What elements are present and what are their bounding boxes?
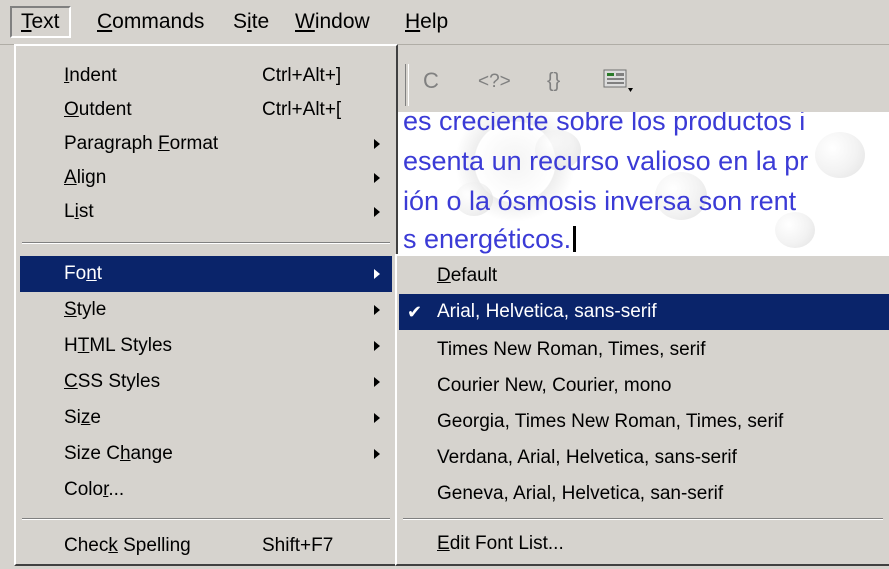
submenu-arrow-icon: [374, 139, 380, 149]
font-item[interactable]: Georgia, Times New Roman, Times, serif: [399, 404, 889, 440]
menu-item-list[interactable]: List: [20, 194, 392, 230]
menu-item-label: Style: [64, 299, 107, 320]
menu-item-style[interactable]: Style: [20, 292, 392, 328]
menu-site-prefix: S: [233, 10, 248, 33]
submenu-arrow-icon: [374, 207, 380, 217]
menu-site-label: te: [251, 10, 270, 33]
submenu-arrow-icon: [374, 173, 380, 183]
menu-item-label: HTML Styles: [64, 335, 173, 356]
toolbar-separator: [405, 64, 409, 106]
font-item-label: Default: [437, 265, 498, 286]
menu-item-label: List: [64, 201, 94, 222]
document-text-line: s energéticos.: [403, 224, 572, 254]
font-submenu: Default ✔ Arial, Helvetica, sans-serif T…: [395, 254, 889, 566]
document-text-line: ión o la ósmosis inversa son rent: [403, 186, 797, 216]
submenu-arrow-icon: [374, 413, 380, 423]
text-caret: [573, 226, 577, 252]
refresh-icon[interactable]: C: [423, 68, 439, 94]
background-bubble: [815, 132, 865, 178]
menu-item-label: Check Spelling: [64, 535, 191, 556]
text-menu-dropdown: Indent Ctrl+Alt+] Outdent Ctrl+Alt+[ Par…: [14, 44, 398, 566]
menu-item-label: Size: [64, 407, 101, 428]
menu-window-mnemonic: W: [295, 10, 315, 33]
menu-commands-label: ommands: [112, 10, 205, 33]
menu-item-outdent[interactable]: Outdent Ctrl+Alt+[: [20, 92, 392, 128]
menu-commands[interactable]: Commands: [88, 6, 213, 38]
php-tag-icon[interactable]: <?>: [478, 71, 511, 93]
menu-text-label: ext: [31, 10, 60, 33]
font-item[interactable]: Verdana, Arial, Helvetica, sans-serif: [399, 440, 889, 476]
checkmark-icon: ✔: [407, 302, 423, 322]
menu-item-html-styles[interactable]: HTML Styles: [20, 328, 392, 364]
font-item[interactable]: Times New Roman, Times, serif: [399, 332, 889, 368]
menu-item-shortcut: Ctrl+Alt+]: [262, 65, 342, 86]
menu-text-mnemonic: T: [21, 10, 32, 33]
font-item-label: Arial, Helvetica, sans-serif: [437, 301, 657, 322]
menu-item-label: Color...: [64, 479, 125, 500]
menu-item-indent[interactable]: Indent Ctrl+Alt+]: [20, 58, 392, 94]
menu-window[interactable]: Window: [286, 6, 379, 38]
font-item-label: Georgia, Times New Roman, Times, serif: [437, 411, 784, 432]
menu-item-size-change[interactable]: Size Change: [20, 436, 392, 472]
menu-help[interactable]: Help: [396, 6, 457, 38]
menu-help-mnemonic: H: [405, 10, 421, 33]
menu-item-font[interactable]: Font: [20, 256, 392, 292]
menu-item-label: Outdent: [64, 99, 132, 120]
menu-site[interactable]: Site: [224, 6, 278, 38]
font-item[interactable]: Geneva, Arial, Helvetica, san-serif: [399, 476, 889, 512]
font-item-label: Edit Font List...: [437, 533, 564, 554]
font-item-label: Verdana, Arial, Helvetica, sans-serif: [437, 447, 737, 468]
menu-item-label: Font: [64, 263, 103, 284]
document-view[interactable]: es creciente sobre los productos i esent…: [395, 112, 889, 258]
menu-item-label: CSS Styles: [64, 371, 161, 392]
menu-item-label: Indent: [64, 65, 117, 86]
font-item-selected[interactable]: ✔ Arial, Helvetica, sans-serif: [399, 294, 889, 330]
font-item[interactable]: Courier New, Courier, mono: [399, 368, 889, 404]
submenu-arrow-icon: [374, 449, 380, 459]
font-item-edit-font-list[interactable]: Edit Font List...: [399, 526, 889, 562]
document-text-line-last: s energéticos.: [403, 224, 577, 255]
menu-text[interactable]: Text: [10, 6, 71, 38]
menu-item-shortcut: Shift+F7: [262, 535, 334, 556]
menu-separator: [22, 518, 390, 520]
background-bubble: [775, 212, 815, 248]
submenu-arrow-icon: [374, 341, 380, 351]
menu-separator: [403, 518, 883, 520]
menu-help-label: elp: [420, 10, 449, 33]
menu-item-paragraph-format[interactable]: Paragraph Format: [20, 126, 392, 162]
submenu-arrow-icon: [374, 269, 380, 279]
menu-bar: Text Commands Site Window Help: [0, 0, 889, 45]
document-text-line: esenta un recurso valioso en la pr: [403, 146, 809, 176]
font-item-label: Geneva, Arial, Helvetica, san-serif: [437, 483, 724, 504]
menu-item-align[interactable]: Align: [20, 160, 392, 196]
menu-item-label: Size Change: [64, 443, 173, 464]
font-item-default[interactable]: Default: [399, 258, 889, 294]
menu-item-label: Paragraph Format: [64, 133, 219, 154]
font-item-label: Courier New, Courier, mono: [437, 375, 672, 396]
document-toolbar: C <?> {}: [395, 58, 889, 112]
menu-item-color[interactable]: Color...: [20, 472, 392, 508]
submenu-arrow-icon: [374, 305, 380, 315]
menu-item-css-styles[interactable]: CSS Styles: [20, 364, 392, 400]
document-text-line: es creciente sobre los productos i: [403, 112, 806, 136]
menu-item-size[interactable]: Size: [20, 400, 392, 436]
menu-item-label: Align: [64, 167, 107, 188]
menu-item-shortcut: Ctrl+Alt+[: [262, 99, 342, 120]
menu-commands-mnemonic: C: [97, 10, 113, 33]
menu-item-check-spelling[interactable]: Check Spelling Shift+F7: [20, 528, 392, 564]
menu-separator: [22, 242, 390, 244]
menu-window-label: indow: [314, 10, 370, 33]
font-item-label: Times New Roman, Times, serif: [437, 339, 706, 360]
submenu-arrow-icon: [374, 377, 380, 387]
braces-icon[interactable]: {}: [547, 70, 560, 93]
options-icon[interactable]: [602, 67, 634, 93]
